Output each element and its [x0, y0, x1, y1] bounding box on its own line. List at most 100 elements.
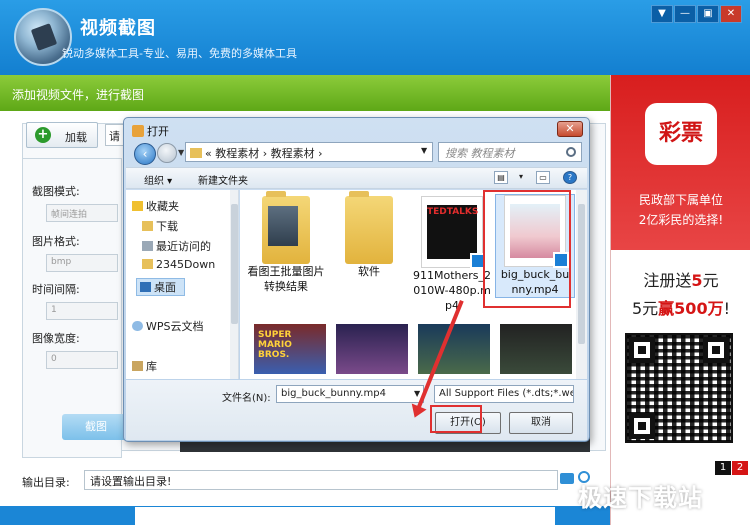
search-input[interactable]: 搜索 教程素材 [438, 142, 582, 162]
ad-promo1: 注册送5元 [611, 267, 750, 291]
video-thumbnail-3[interactable] [418, 324, 490, 374]
ad-promo2: 5元赢500万! [611, 295, 750, 319]
qr-corner [629, 337, 655, 363]
filename-input[interactable]: big_buck_bunny.mp4 [276, 385, 424, 403]
app-header: 视频截图 锐动多媒体工具-专业、易用、免费的多媒体工具 ▼ — ▣ ✕ [0, 0, 750, 75]
interval-input[interactable]: 1 [46, 302, 118, 320]
address-dropdown-icon[interactable]: ▼ [421, 146, 427, 155]
nav-item-recent[interactable]: 最近访问的 [142, 238, 211, 254]
output-row: 输出目录: 请设置输出目录! [0, 466, 610, 496]
ad-badge: 彩票 [645, 103, 717, 165]
ad-panel[interactable]: 彩票 民政部下属单位 2亿彩民的选择! 注册送5元 5元赢500万! 1 2 [610, 75, 750, 525]
minimize-icon[interactable]: — [674, 5, 696, 23]
address-bar[interactable]: « 教程素材 › 教程素材 › [185, 142, 433, 162]
nav-item-downloads[interactable]: 下载 [142, 218, 178, 234]
navigation-pane: 收藏夹 下载 最近访问的 2345Down 桌面 WPS云文档 库 [126, 190, 239, 379]
ad-promo2-post: ! [723, 299, 730, 318]
ad-line1: 民政部下属单位 [638, 193, 723, 207]
ad-promo2-pre: 5元 [631, 299, 659, 318]
nav-item-favorites[interactable]: 收藏夹 [132, 198, 179, 214]
watermark: 极速下载站 [578, 484, 703, 512]
ad-page-1[interactable]: 1 [715, 461, 731, 475]
nav-item-desktop[interactable]: 桌面 [136, 278, 185, 296]
mode-label: 截图模式: [32, 185, 80, 198]
view-icon[interactable]: ▤ [494, 171, 508, 184]
address-overflow[interactable]: « [205, 147, 212, 160]
highlight-selected-file [483, 190, 571, 308]
format-select[interactable]: bmp [46, 254, 118, 272]
width-input[interactable]: 0 [46, 351, 118, 369]
file-name: 看图王批量图片转换结果 [247, 265, 325, 293]
organize-menu[interactable]: 组织 ▾ [144, 172, 172, 187]
video-thumbnail: TEDTALKS [427, 205, 479, 259]
ad-page-2[interactable]: 2 [732, 461, 748, 475]
width-label: 图像宽度: [32, 332, 80, 345]
breadcrumb-2[interactable]: 教程素材 [271, 147, 315, 160]
ad-promo2-red: 赢500万 [658, 299, 724, 318]
dialog-title: 打开 [132, 123, 169, 139]
video-thumbnail-4[interactable] [500, 324, 572, 374]
file-item-folder-converted[interactable]: 看图王批量图片转换结果 [246, 191, 326, 294]
nav-label: WPS云文档 [146, 320, 204, 333]
new-folder-button[interactable]: 新建文件夹 [198, 172, 248, 187]
nav-item-2345down[interactable]: 2345Down [142, 258, 215, 271]
ad-promo1-pre: 注册送 [643, 271, 692, 290]
nav-label: 收藏夹 [146, 200, 179, 213]
nav-label: 2345Down [156, 258, 216, 271]
app-title: 视频截图 [80, 18, 156, 39]
thumb-text: SUPER MARIO BROS. [258, 330, 292, 360]
file-item-911mothers[interactable]: TEDTALKS 911Mothers_2010W-480p.mp4 [412, 196, 492, 313]
filename-dropdown-icon[interactable]: ▼ [414, 389, 420, 398]
qr-corner [703, 337, 729, 363]
view-dropdown-icon[interactable]: ▾ [514, 171, 528, 184]
ad-promo1-num: 5 [691, 271, 703, 290]
file-name: 软件 [358, 265, 380, 278]
plus-icon: + [35, 127, 51, 143]
nav-label: 下载 [156, 220, 178, 233]
thumb-text: TEDTALKS [427, 207, 479, 217]
folder-icon [345, 191, 393, 264]
file-scrollbar[interactable] [576, 190, 587, 379]
breadcrumb-sep: › [318, 147, 323, 160]
forward-arrow-icon[interactable] [157, 143, 177, 163]
qr-code-icon [625, 333, 733, 443]
nav-label: 库 [146, 360, 157, 373]
video-thumbnail-2[interactable] [336, 324, 408, 374]
nav-item-wps-cloud[interactable]: WPS云文档 [132, 318, 204, 334]
preview-pane-icon[interactable]: ▭ [536, 171, 550, 184]
cancel-button[interactable]: 取消 [509, 412, 573, 434]
mode-select[interactable]: 帧间连拍 [46, 204, 118, 222]
close-icon[interactable]: ✕ [720, 5, 742, 23]
video-thumbnail-mario[interactable]: SUPER MARIO BROS. [254, 324, 326, 374]
nav-scrollbar[interactable] [230, 190, 238, 379]
breadcrumb-1[interactable]: 教程素材 [215, 147, 259, 160]
maximize-icon[interactable]: ▣ [697, 5, 719, 23]
ad-promo1-post: 元 [702, 271, 719, 290]
folder-icon [190, 148, 202, 158]
nav-label: 最近访问的 [156, 240, 211, 253]
ad-line2: 2亿彩民的选择! [638, 213, 724, 227]
capture-button[interactable]: 截图 [62, 414, 130, 440]
interval-label: 时间间隔: [32, 283, 80, 296]
dialog-icon [132, 125, 144, 137]
file-item-folder-software[interactable]: 软件 [329, 191, 409, 279]
dialog-close-icon[interactable]: ✕ [557, 121, 583, 137]
search-icon [566, 147, 576, 157]
desktop-icon [140, 282, 151, 292]
ad-text: 民政部下属单位 2亿彩民的选择! [611, 190, 750, 230]
filename-label: 文件名(N): [222, 393, 271, 404]
filetype-select[interactable]: All Support Files (*.dts;*.web [434, 385, 574, 403]
nav-item-library[interactable]: 库 [132, 358, 157, 374]
highlight-open-button [430, 405, 482, 433]
output-dir-input[interactable]: 请设置输出目录! [84, 470, 558, 490]
dialog-title-text: 打开 [147, 125, 169, 138]
add-file-button[interactable]: + 加载 [26, 122, 98, 148]
folder-icon[interactable] [560, 473, 574, 484]
menu-icon[interactable]: ▼ [651, 5, 673, 23]
breadcrumb-sep: › [262, 147, 268, 160]
history-dropdown-icon[interactable]: ▼ [178, 148, 184, 157]
nav-label: 桌面 [154, 281, 176, 294]
back-arrow-icon[interactable]: ‹ [134, 143, 156, 165]
ad-banner: 彩票 民政部下属单位 2亿彩民的选择! [611, 75, 750, 250]
help-icon[interactable]: ? [563, 171, 577, 184]
